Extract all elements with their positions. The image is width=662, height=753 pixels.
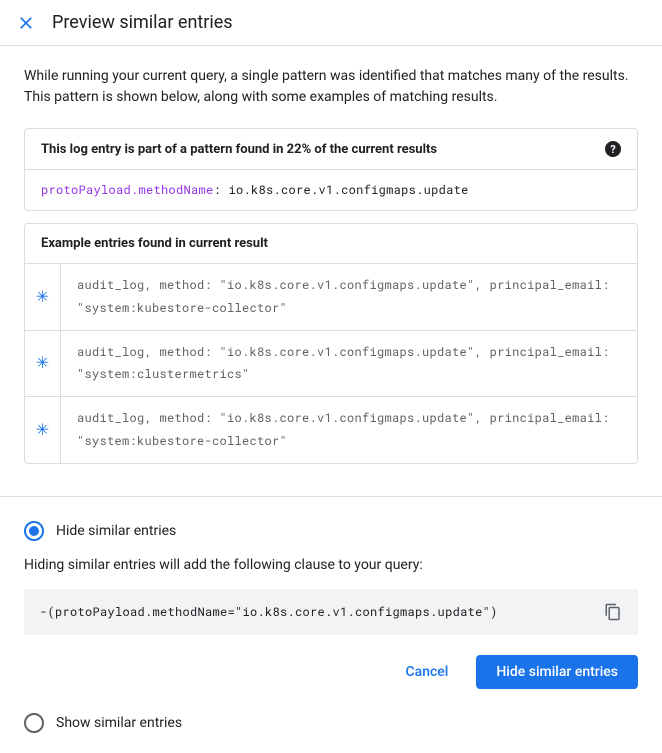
pattern-sep: : (214, 182, 229, 198)
pattern-card-header: This log entry is part of a pattern foun… (25, 129, 637, 170)
help-icon[interactable]: ? (605, 141, 621, 157)
examples-card: Example entries found in current result … (24, 223, 638, 464)
radio-show-label: Show similar entries (56, 715, 182, 731)
cancel-button[interactable]: Cancel (386, 655, 469, 689)
dialog-header: Preview similar entries (0, 0, 662, 46)
row-marker-icon: ✳ (25, 397, 61, 463)
table-row: ✳ audit_log, method: "io.k8s.core.v1.con… (25, 397, 637, 463)
radio-hide-label: Hide similar entries (56, 523, 176, 539)
examples-card-title: Example entries found in current result (25, 224, 637, 264)
copy-icon[interactable] (604, 603, 622, 621)
radio-show-similar[interactable]: Show similar entries (24, 713, 638, 733)
pattern-value: io.k8s.core.v1.configmaps.update (229, 182, 469, 198)
dialog-title: Preview similar entries (52, 12, 233, 33)
radio-unselected-icon (24, 713, 44, 733)
pattern-expression: protoPayload.methodName: io.k8s.core.v1.… (25, 170, 637, 210)
table-row: ✳ audit_log, method: "io.k8s.core.v1.con… (25, 331, 637, 398)
close-icon[interactable] (16, 13, 36, 33)
pattern-card-title: This log entry is part of a pattern foun… (41, 142, 437, 157)
row-marker-icon: ✳ (25, 331, 61, 397)
example-entry-text: audit_log, method: "io.k8s.core.v1.confi… (61, 331, 637, 397)
example-entry-text: audit_log, method: "io.k8s.core.v1.confi… (61, 397, 637, 463)
action-buttons: Cancel Hide similar entries (24, 655, 638, 689)
hide-info-text: Hiding similar entries will add the foll… (24, 557, 638, 573)
query-clause-block: -(protoPayload.methodName="io.k8s.core.v… (24, 589, 638, 635)
query-clause-text: -(protoPayload.methodName="io.k8s.core.v… (40, 604, 498, 620)
pattern-key: protoPayload.methodName (41, 182, 214, 198)
pattern-card: This log entry is part of a pattern foun… (24, 128, 638, 211)
table-row: ✳ audit_log, method: "io.k8s.core.v1.con… (25, 264, 637, 331)
intro-text: While running your current query, a sing… (24, 66, 638, 108)
radio-hide-similar[interactable]: Hide similar entries (24, 521, 638, 541)
row-marker-icon: ✳ (25, 264, 61, 330)
example-entry-text: audit_log, method: "io.k8s.core.v1.confi… (61, 264, 637, 330)
hide-similar-button[interactable]: Hide similar entries (476, 655, 638, 689)
radio-selected-icon (24, 521, 44, 541)
